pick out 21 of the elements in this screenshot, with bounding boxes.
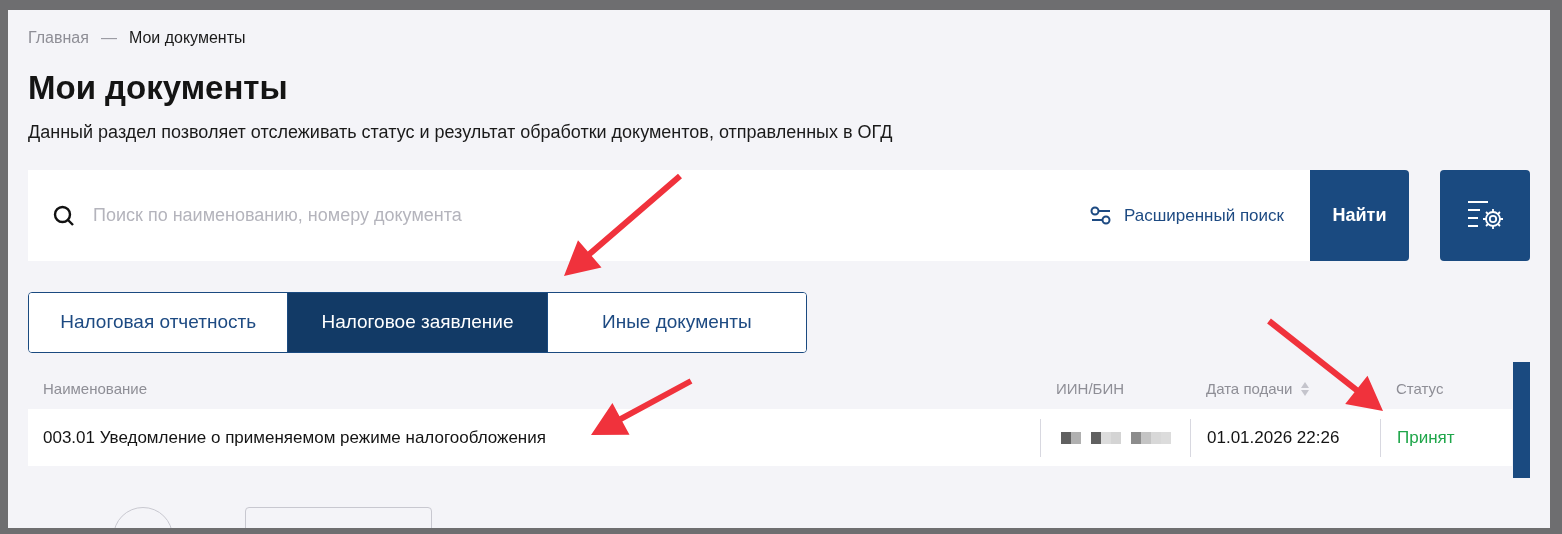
find-button[interactable]: Найти [1310,170,1409,261]
column-header: Статус [1396,378,1444,399]
date-cell-text: 01.01.2026 22:26 [1207,426,1340,449]
search-field[interactable]: Поиск по наименованию, номеру документа Расширенный поиск [28,170,1310,261]
settings-button[interactable] [1440,170,1530,261]
scrollbar-thumb[interactable] [1513,362,1530,478]
page-title: Мои документы [28,68,289,108]
sort-icon [1300,381,1311,397]
tab[interactable]: Иные документы [546,293,806,352]
column-header: ИИН/БИН [1056,378,1125,399]
table-row[interactable]: 003.01 Уведомление о применяемом режиме налогообложения 01.01.2026 22:26 Принят [28,409,1512,466]
tab[interactable]: Налоговое заявление [287,293,547,352]
advanced-search-link[interactable]: Расширенный поиск [1089,202,1284,229]
sliders-icon [1089,205,1112,226]
document-name: 003.01 Уведомление о применяемом режиме налогообложения [43,427,546,447]
page-description: Данный раздел позволяет отслеживать статус и результат обработки документов, отправленных в ОГД [28,121,894,144]
breadcrumb-link[interactable]: Мои документы [128,26,246,50]
search-icon [52,203,76,228]
column-header: Наименование [43,378,147,399]
breadcrumb-separator: — [100,28,117,48]
status-text: Принят [1397,426,1455,449]
